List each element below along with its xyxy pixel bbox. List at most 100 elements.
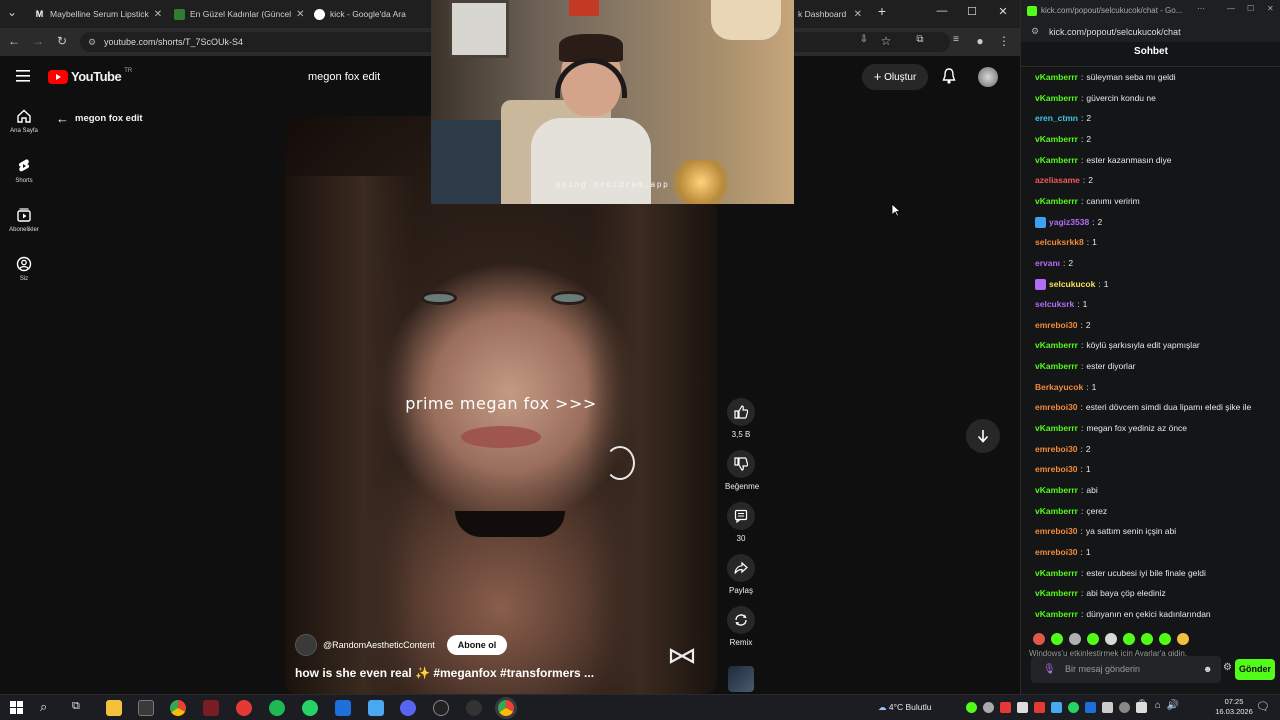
chat-username[interactable]: yagiz3538 [1049,217,1089,227]
chat-username[interactable]: vKamberrr [1035,134,1078,144]
chat-username[interactable]: emreboi30 [1035,444,1078,454]
chat-username[interactable]: emreboi30 [1035,526,1078,536]
search-input[interactable]: megon fox edit [296,64,436,90]
discord-icon[interactable] [400,700,416,716]
profile-icon[interactable]: ● [972,34,988,48]
tray-icon[interactable] [1068,702,1079,713]
tab-search-icon[interactable]: ⌄ [4,5,20,19]
chat-username[interactable]: vKamberrr [1035,340,1078,350]
app-dark-icon[interactable] [466,700,482,716]
video-title[interactable]: how is she even real ✨ #meganfox #transf… [295,666,594,680]
emoji-icon[interactable]: ☻ [1203,656,1212,683]
close-window-icon[interactable]: ✕ [993,5,1013,18]
close-icon[interactable]: ✕ [154,9,162,20]
bookmark-star-icon[interactable]: ☆ [878,34,894,48]
chat-username[interactable]: vKamberrr [1035,506,1078,516]
back-to-search[interactable]: ← megon fox edit [56,111,143,126]
menu-dots-icon[interactable]: ⋮ [996,34,1012,48]
tray-icon[interactable] [1102,702,1113,713]
chat-window-dots-icon[interactable]: ⋯ [1197,4,1205,13]
task-view-icon[interactable]: ⧉ [72,700,80,713]
close-icon[interactable]: ✕ [296,9,304,20]
media-icon[interactable]: ≡ [948,34,964,45]
chat-username[interactable]: azeliasame [1035,175,1080,185]
clock[interactable]: 07:25 16.03.2026 [1214,697,1254,717]
chat-username[interactable]: vKamberrr [1035,72,1078,82]
tray-icon[interactable] [966,702,977,713]
channel-name[interactable]: @RandomAestheticContent [323,640,435,650]
chat-close-icon[interactable]: ✕ [1267,4,1274,13]
microphone-icon[interactable]: 🎙 [1043,656,1056,683]
chat-username[interactable]: vKamberrr [1035,423,1078,433]
notifications-bell-icon[interactable] [942,68,956,84]
app-blue-icon[interactable] [335,700,351,716]
maximize-icon[interactable]: ☐ [962,5,982,18]
spotify-icon[interactable] [269,700,285,716]
avatar[interactable] [978,67,998,87]
file-explorer-icon[interactable] [106,700,122,716]
channel-avatar[interactable] [295,634,317,656]
dislike-button[interactable]: Beğenme [725,450,759,491]
site-info-icon[interactable]: ⚙ [88,32,96,52]
tray-icon[interactable] [1085,702,1096,713]
chat-username[interactable]: vKamberrr [1035,485,1078,495]
notification-icon[interactable]: 🗨 [1256,700,1270,713]
windows-start-icon[interactable] [10,701,23,714]
chat-username[interactable]: vKamberrr [1035,609,1078,619]
create-button[interactable]: + Oluştur [862,64,928,90]
chat-settings-icon[interactable]: ⚙ [1223,662,1232,673]
minimize-icon[interactable]: — [932,5,952,17]
chat-maximize-icon[interactable]: ☐ [1247,4,1254,13]
chat-username[interactable]: vKamberrr [1035,588,1078,598]
extensions-icon[interactable]: ⧉ [912,34,928,45]
site-info-icon[interactable]: ⚙ [1031,26,1039,37]
chrome-active-icon[interactable] [498,700,514,716]
sidebar-item-you[interactable]: Siz [0,256,48,282]
chat-url-bar[interactable]: ⚙ kick.com/popout/selcukucok/chat [1021,22,1280,42]
sidebar-item-home[interactable]: Ana Sayfa [0,108,48,134]
tab-en-guzel[interactable]: En Güzel Kadınlar (Güncel ✕ [168,3,304,25]
chat-username[interactable]: vKamberrr [1035,568,1078,578]
like-button[interactable]: 3,5 B [725,398,757,439]
tray-icon[interactable] [1119,702,1130,713]
chat-username[interactable]: selcuksrkk8 [1035,237,1084,247]
tab-kick-dashboard[interactable]: k Dashboard ✕ [792,3,868,25]
chat-username[interactable]: selcuksrk [1035,299,1074,309]
search-icon[interactable]: ⌕ [40,699,47,715]
reload-icon[interactable]: ↻ [54,34,70,48]
chat-username[interactable]: emreboi30 [1035,320,1078,330]
chat-message-input[interactable]: 🎙 Bir mesaj gönderin ☻ [1031,656,1221,683]
share-button[interactable]: Paylaş [725,554,757,595]
chat-minimize-icon[interactable]: — [1227,4,1235,13]
tab-google[interactable]: kick - Google'da Ara [308,3,432,25]
install-icon[interactable]: ⇩ [856,34,872,45]
sidebar-item-subscriptions[interactable]: Abonelikler [0,207,48,233]
subscribe-button[interactable]: Abone ol [446,635,508,655]
app-icon[interactable] [203,700,219,716]
chat-username[interactable]: Berkayucok [1035,382,1083,392]
new-tab-icon[interactable]: + [872,3,892,19]
tray-icon[interactable] [1051,702,1062,713]
back-icon[interactable]: ← [6,34,22,48]
store-icon[interactable] [138,700,154,716]
chat-username[interactable]: emreboi30 [1035,547,1078,557]
sidebar-item-shorts[interactable]: Shorts [0,158,48,184]
volume-icon[interactable]: 🔊 [1167,700,1179,711]
tab-maybelline[interactable]: M Maybelline Serum Lipstick ✕ [28,3,164,25]
chat-username[interactable]: vKamberrr [1035,361,1078,371]
chat-username[interactable]: vKamberrr [1035,196,1078,206]
weather-widget[interactable]: ☁ 4°C Bulutlu [878,702,932,713]
chat-username[interactable]: emreboi30 [1035,402,1078,412]
tray-icon[interactable] [1017,702,1028,713]
close-icon[interactable]: ✕ [854,9,862,20]
forward-icon[interactable]: → [30,34,46,48]
chrome-icon[interactable] [170,700,186,716]
remix-button[interactable]: Remix [725,606,757,647]
chat-username[interactable]: eren_ctmn [1035,113,1078,123]
microphone-icon[interactable]: 🎙 [1136,700,1149,711]
comments-button[interactable]: 30 [725,502,757,543]
app-red-icon[interactable] [236,700,252,716]
hamburger-menu-icon[interactable] [16,70,30,82]
next-video-button[interactable] [966,419,1000,453]
obs-icon[interactable] [433,700,449,716]
